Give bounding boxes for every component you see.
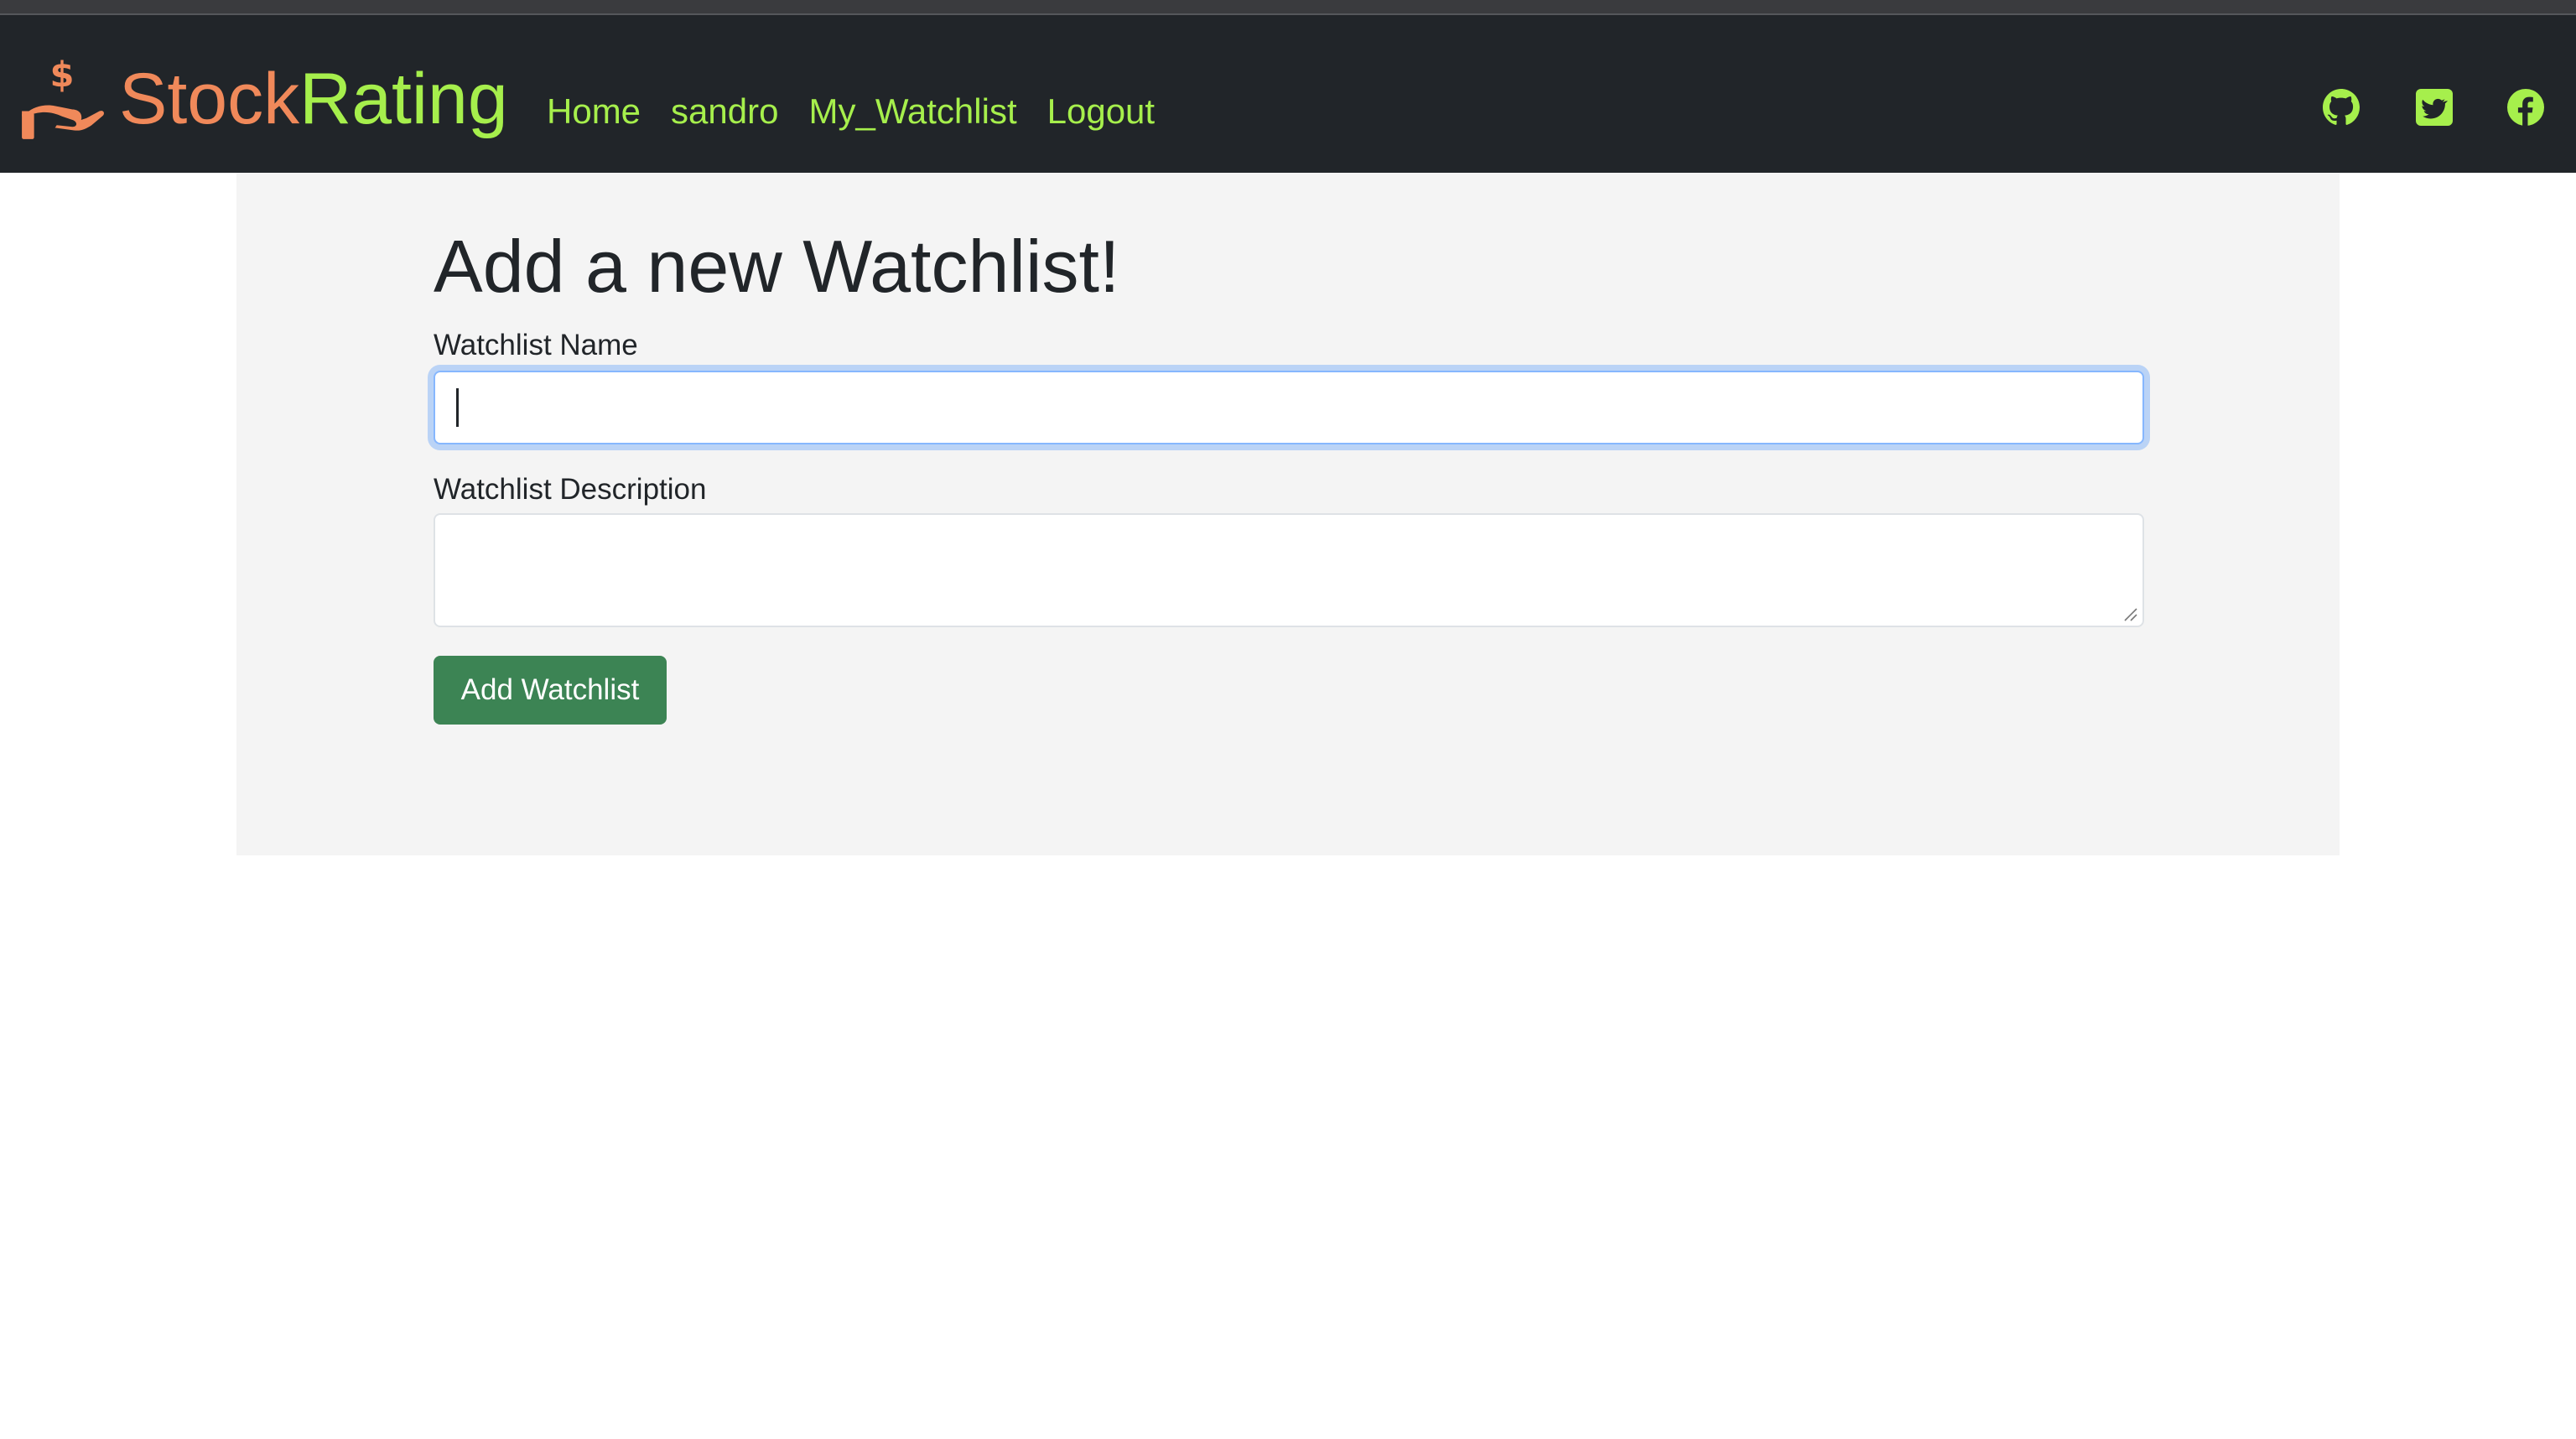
brand-name-stock: Stock: [119, 59, 300, 139]
watchlist-name-input[interactable]: [434, 371, 2144, 444]
watchlist-description-textarea[interactable]: [434, 513, 2144, 627]
nav-link-logout[interactable]: Logout: [1047, 86, 1155, 138]
svg-text:$: $: [49, 55, 74, 95]
nav-link-my-watchlist[interactable]: My_Watchlist: [808, 86, 1016, 138]
github-icon: [2323, 89, 2360, 125]
nav-link-user[interactable]: sandro: [671, 86, 778, 138]
browser-top-strip: [0, 0, 2576, 15]
navbar: $ StockRating Home sandro My_Watchlist L…: [0, 15, 2576, 173]
facebook-icon: [2507, 89, 2544, 126]
watchlist-name-label: Watchlist Name: [434, 329, 638, 361]
resize-grip-icon[interactable]: [2123, 607, 2138, 622]
brand-logo-link[interactable]: $ StockRating: [20, 53, 508, 145]
nav-link-home[interactable]: Home: [547, 86, 641, 138]
page-title: Add a new Watchlist!: [434, 225, 1120, 308]
facebook-link[interactable]: [2507, 89, 2544, 126]
watchlist-description-label: Watchlist Description: [434, 473, 707, 506]
add-watchlist-button[interactable]: Add Watchlist: [434, 656, 667, 725]
nav-links: Home sandro My_Watchlist Logout: [547, 86, 1185, 138]
hand-dollar-icon: $: [22, 55, 104, 139]
twitter-icon: [2416, 89, 2453, 126]
twitter-link[interactable]: [2416, 89, 2453, 126]
github-link[interactable]: [2323, 89, 2360, 126]
brand-name: StockRating: [119, 63, 508, 135]
brand-name-rating: Rating: [299, 59, 508, 139]
text-caret: [456, 388, 459, 427]
form-container: Add a new Watchlist! Watchlist Name Watc…: [236, 173, 2340, 855]
